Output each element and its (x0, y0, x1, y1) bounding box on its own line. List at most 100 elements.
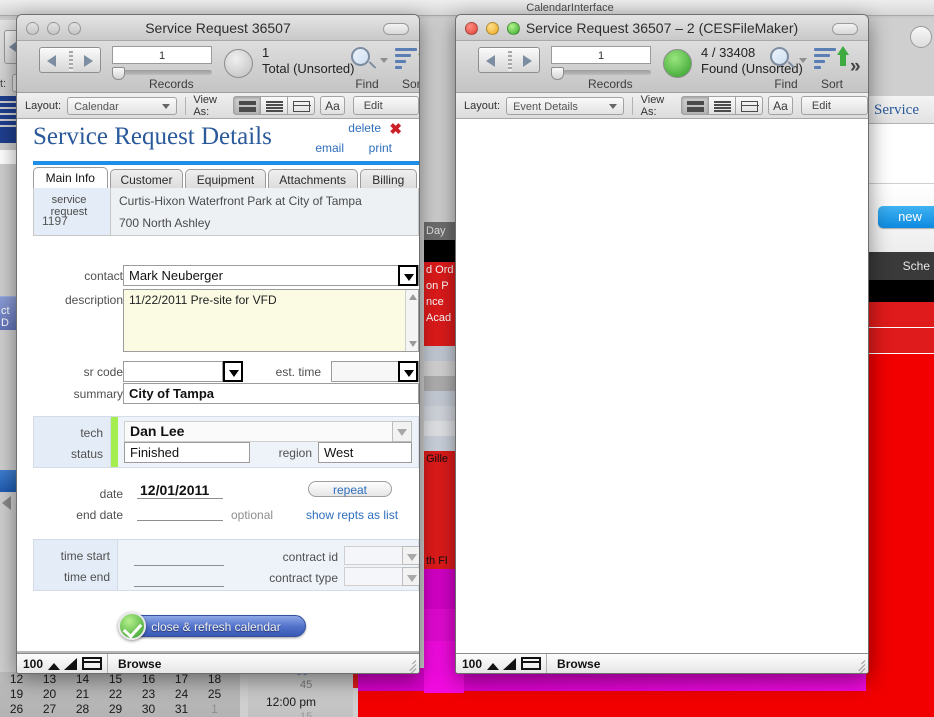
next-record-arrow-icon[interactable] (84, 55, 93, 67)
tab-main-info[interactable]: Main Info (33, 167, 108, 189)
view-as-buttons[interactable] (233, 96, 316, 115)
day-cell[interactable]: 15 (99, 672, 132, 687)
chevron-down-icon[interactable] (380, 58, 388, 63)
time-start-input[interactable] (134, 550, 224, 566)
day-cell[interactable]: 31 (165, 702, 198, 717)
new-button[interactable]: new (878, 206, 934, 228)
slider-thumb[interactable] (551, 67, 564, 80)
record-pie-indicator-icon[interactable] (663, 49, 692, 78)
day-cell[interactable]: 29 (99, 702, 132, 717)
previous-record-arrow-icon[interactable] (47, 55, 56, 67)
text-formatting-button[interactable]: Aa (768, 96, 793, 115)
edit-layout-button[interactable]: Edit Layout (800, 96, 868, 131)
description-scrollbar[interactable] (405, 290, 418, 351)
email-link[interactable]: email (315, 141, 344, 155)
contact-dropdown-arrow-icon[interactable] (398, 265, 418, 286)
status-input[interactable]: Finished (124, 442, 250, 463)
background-scroll-left-arrow[interactable] (2, 496, 11, 510)
zoom-out-icon[interactable] (46, 657, 62, 671)
layout-select[interactable]: Calendar (67, 96, 177, 115)
scroll-down-arrow-icon[interactable] (409, 341, 417, 347)
tab-equipment[interactable]: Equipment (185, 169, 266, 189)
day-cell[interactable]: 22 (99, 687, 132, 702)
slider-thumb[interactable] (112, 67, 125, 80)
status-toolbar-toggle-icon[interactable] (521, 657, 542, 670)
day-cell[interactable]: 12 (0, 672, 33, 687)
tab-attachments[interactable]: Attachments (267, 169, 358, 189)
resize-grip[interactable] (852, 657, 866, 673)
day-cell[interactable]: 14 (66, 672, 99, 687)
day-cell[interactable]: 16 (132, 672, 165, 687)
form-tabs[interactable]: Main Info Customer Equipment Attachments… (33, 167, 419, 189)
resize-grip[interactable] (403, 657, 417, 673)
day-cell[interactable]: 27 (33, 702, 66, 717)
text-formatting-button[interactable]: Aa (320, 96, 345, 115)
repeat-button[interactable]: repeat (308, 481, 392, 497)
description-textarea[interactable]: 11/22/2011 Pre-site for VFD (123, 289, 419, 352)
status-toolbar-toggle-icon[interactable] (82, 657, 103, 670)
next-record-arrow-icon[interactable] (523, 55, 532, 67)
sr-code-dropdown-arrow-icon[interactable] (223, 361, 243, 382)
day-cell[interactable]: 28 (66, 702, 99, 717)
chevron-down-icon[interactable] (799, 58, 807, 63)
record-navigation-book[interactable] (39, 47, 101, 73)
record-navigation-book[interactable] (478, 47, 540, 73)
day-cell[interactable]: 25 (198, 687, 231, 702)
background-circle-button[interactable] (910, 26, 932, 48)
day-cell[interactable]: 1 (198, 702, 231, 717)
delete-link[interactable]: delete (348, 121, 381, 135)
contract-type-dropdown-arrow-icon[interactable] (402, 567, 419, 586)
previous-record-arrow-icon[interactable] (486, 55, 495, 67)
current-record-input[interactable]: 1 (551, 46, 651, 64)
day-cell[interactable]: 26 (0, 702, 33, 717)
edit-layout-button[interactable]: Edit Layout (352, 96, 419, 131)
view-as-list-button[interactable] (708, 96, 736, 115)
day-cell[interactable]: 19 (0, 687, 33, 702)
window-service-request-36507[interactable]: Service Request 36507 1 1 Total (Unsorte… (16, 14, 420, 674)
view-as-table-button[interactable] (735, 96, 763, 115)
zoom-level[interactable]: 100 (456, 657, 485, 671)
window1-titlebar[interactable]: Service Request 36507 (17, 15, 419, 41)
zoom-in-icon[interactable] (63, 657, 79, 671)
scroll-up-arrow-icon[interactable] (409, 294, 417, 300)
window-service-request-36507-2[interactable]: Service Request 36507 – 2 (CESFileMaker)… (455, 14, 869, 674)
day-cell[interactable]: 17 (165, 672, 198, 687)
day-cell[interactable]: 13 (33, 672, 66, 687)
tech-input[interactable]: Dan Lee (124, 421, 412, 442)
day-cell[interactable]: 24 (165, 687, 198, 702)
toolbar-overflow-icon[interactable]: » (850, 56, 861, 78)
window2-titlebar[interactable]: Service Request 36507 – 2 (CESFileMaker) (456, 15, 868, 41)
zoom-in-icon[interactable] (502, 657, 518, 671)
print-link[interactable]: print (369, 141, 392, 155)
date-input[interactable]: 12/01/2011 (137, 482, 223, 499)
sr-code-input[interactable] (123, 361, 223, 382)
view-as-table-button[interactable] (287, 96, 316, 115)
record-slider[interactable] (112, 67, 212, 80)
record-slider[interactable] (551, 67, 651, 80)
day-cell[interactable]: 23 (132, 687, 165, 702)
show-repeats-link[interactable]: show repts as list (306, 508, 398, 522)
layout-select[interactable]: Event Details (506, 96, 624, 115)
day-cell[interactable]: 18 (198, 672, 231, 687)
view-as-buttons[interactable] (681, 96, 763, 115)
view-as-list-button[interactable] (260, 96, 289, 115)
current-record-input[interactable]: 1 (112, 46, 212, 64)
day-cell[interactable]: 21 (66, 687, 99, 702)
view-as-form-button[interactable] (681, 96, 709, 115)
view-as-form-button[interactable] (233, 96, 262, 115)
day-cell[interactable]: 30 (132, 702, 165, 717)
zoom-out-icon[interactable] (485, 657, 501, 671)
tech-dropdown-arrow-icon[interactable] (392, 421, 412, 442)
day-cell[interactable]: 20 (33, 687, 66, 702)
end-date-input[interactable] (137, 503, 223, 521)
record-pie-indicator-icon[interactable] (224, 49, 253, 78)
time-end-input[interactable] (134, 571, 224, 587)
close-icon[interactable]: ✖ (389, 120, 402, 138)
contract-id-dropdown-arrow-icon[interactable] (402, 546, 419, 565)
zoom-level[interactable]: 100 (17, 657, 46, 671)
close-and-refresh-calendar-button[interactable]: close & refresh calendar (126, 615, 306, 637)
summary-input[interactable]: City of Tampa (123, 383, 419, 404)
tab-billing[interactable]: Billing (359, 169, 417, 189)
est-time-dropdown-arrow-icon[interactable] (398, 361, 418, 382)
toolbar-toggle-button[interactable] (383, 23, 409, 35)
